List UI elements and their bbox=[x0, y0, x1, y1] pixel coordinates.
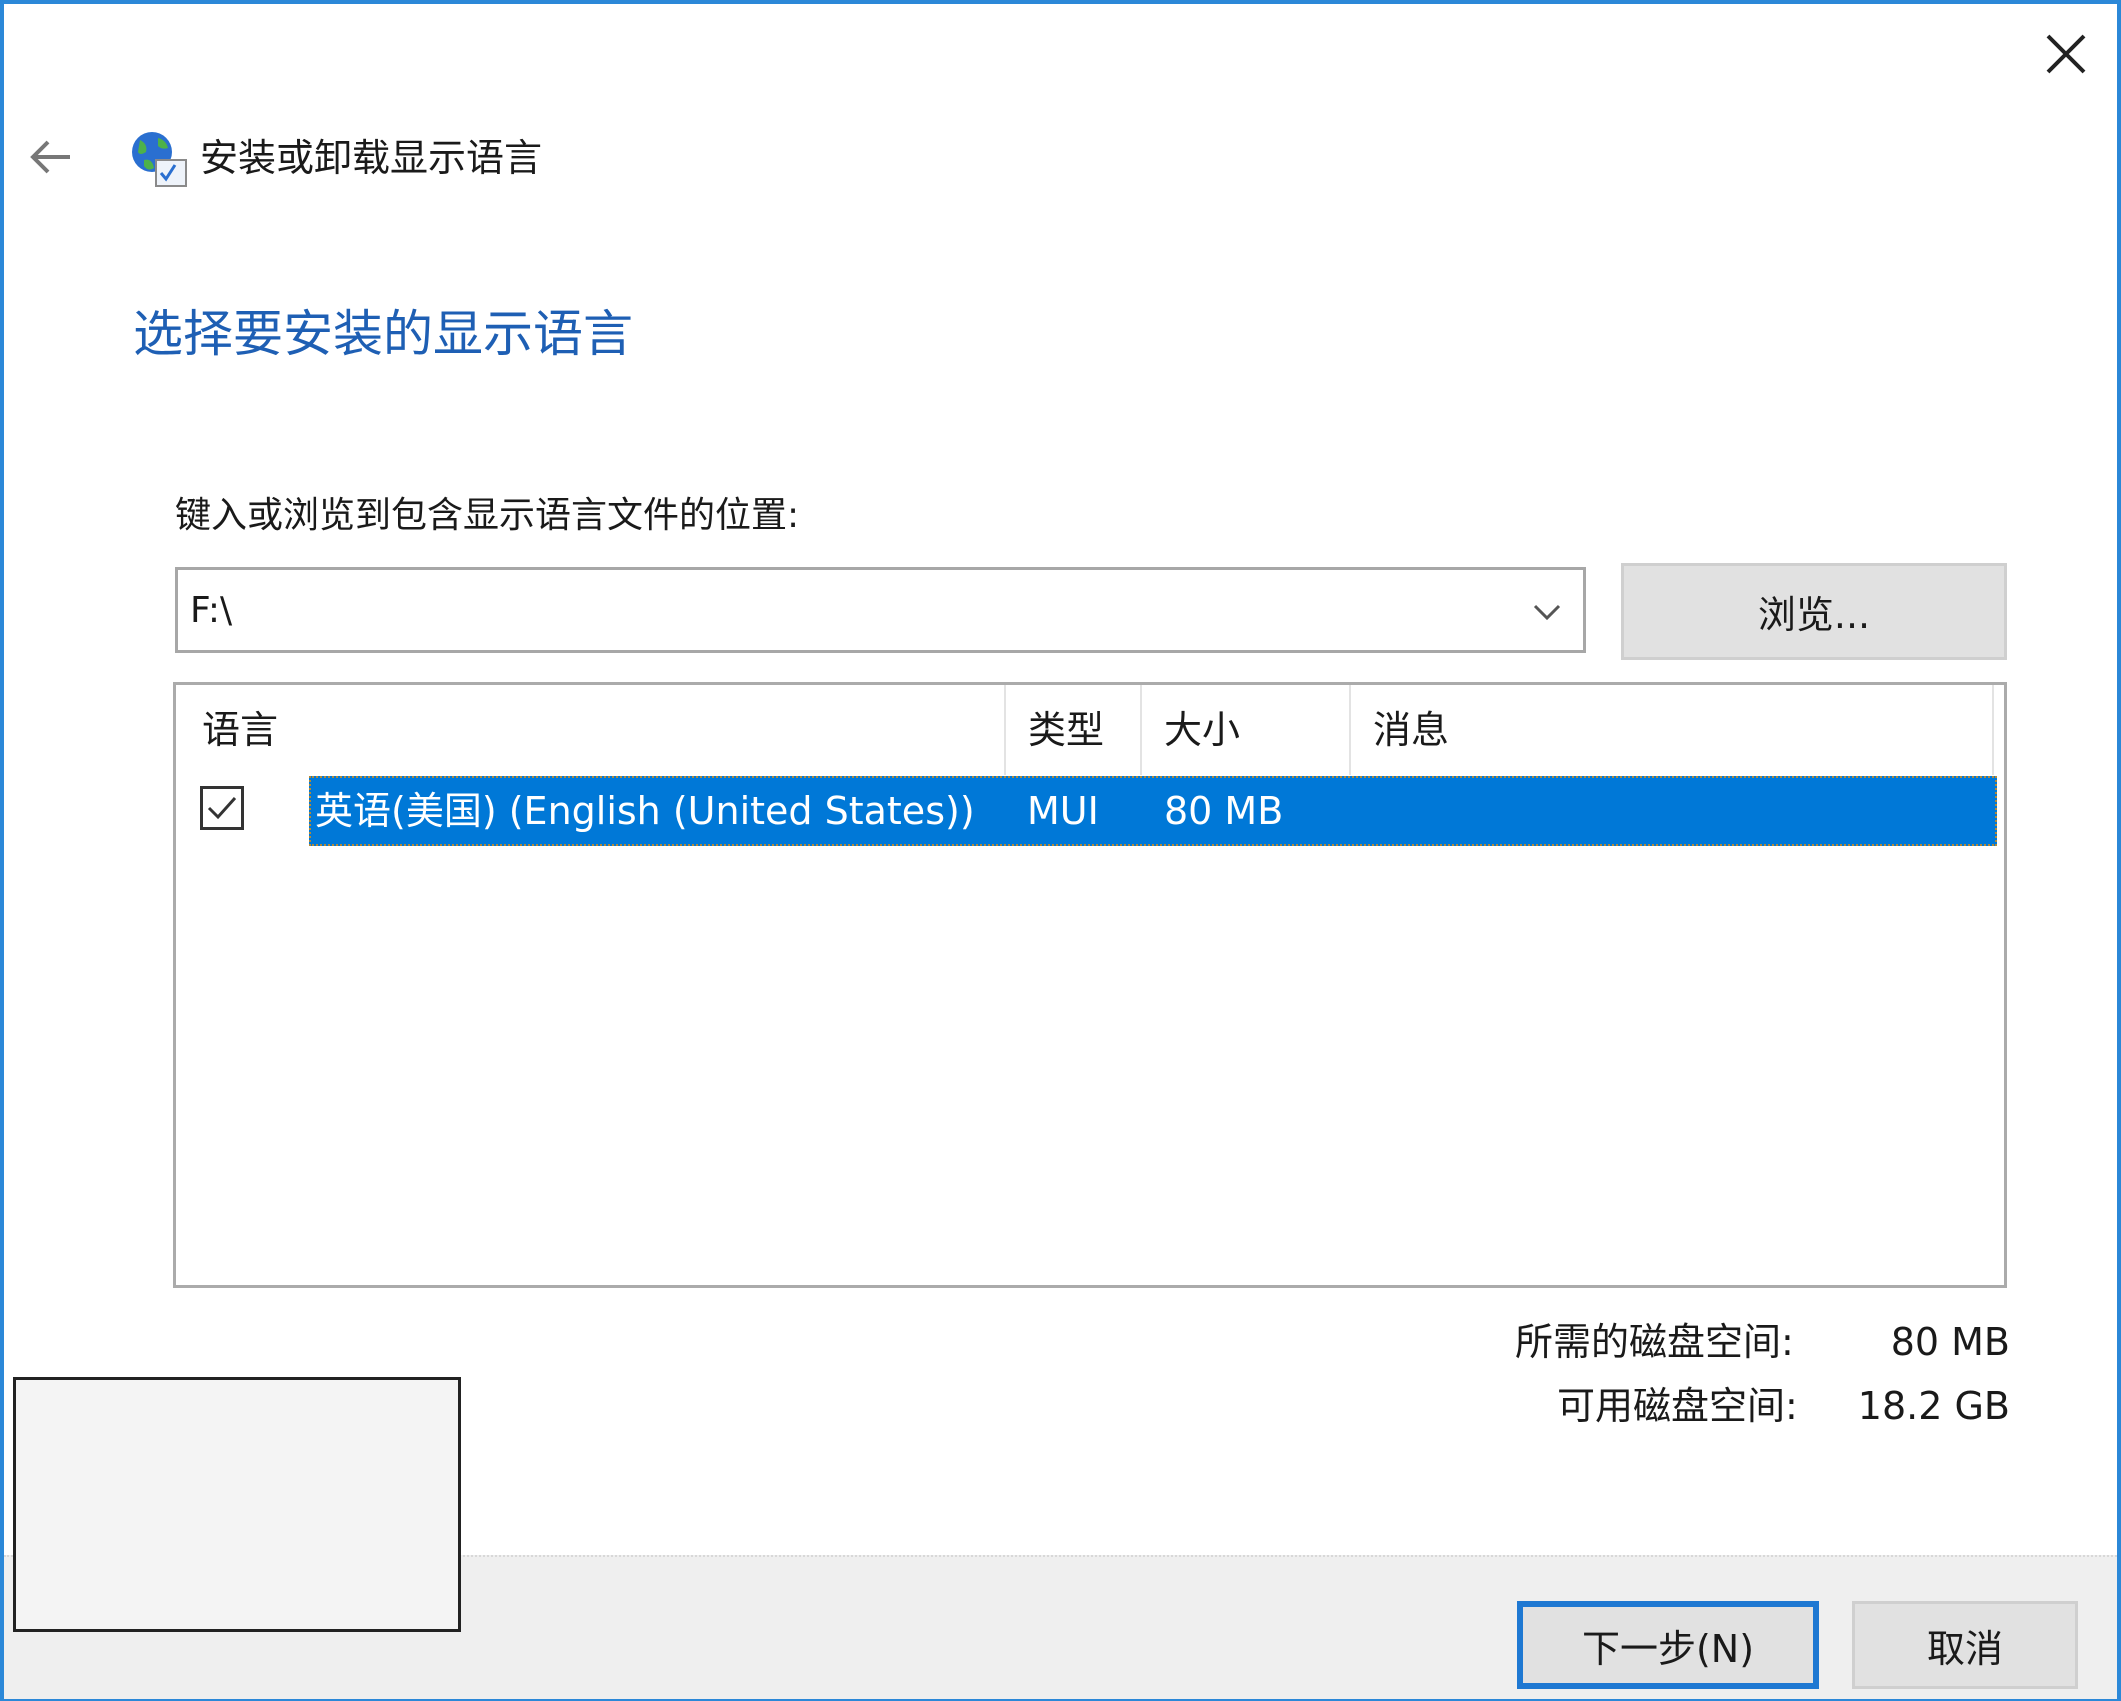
back-button[interactable] bbox=[26, 132, 76, 182]
browse-button[interactable]: 浏览... bbox=[1621, 563, 2007, 660]
location-combobox[interactable] bbox=[175, 567, 1586, 653]
cell-size: 80 MB bbox=[1164, 789, 1284, 833]
back-arrow-icon bbox=[30, 140, 70, 174]
column-header-message[interactable]: 消息 bbox=[1351, 685, 1994, 775]
next-button[interactable]: 下一步(N) bbox=[1517, 1601, 1819, 1689]
cancel-button[interactable]: 取消 bbox=[1852, 1601, 2078, 1689]
chevron-down-icon[interactable] bbox=[1525, 590, 1569, 634]
close-icon bbox=[2046, 34, 2086, 74]
window-title: 安装或卸载显示语言 bbox=[200, 136, 543, 180]
cell-type: MUI bbox=[1027, 789, 1099, 833]
available-space-label: 可用磁盘空间: bbox=[1557, 1384, 1798, 1428]
language-checkbox[interactable] bbox=[200, 786, 244, 830]
required-space-value: 80 MB bbox=[1890, 1320, 2010, 1364]
required-space-label: 所需的磁盘空间: bbox=[1515, 1320, 1794, 1364]
checkmark-icon bbox=[207, 796, 237, 820]
column-header-size[interactable]: 大小 bbox=[1142, 685, 1351, 775]
cell-language: 英语(美国) (English (United States)) bbox=[315, 789, 975, 833]
available-space-value: 18.2 GB bbox=[1857, 1384, 2010, 1428]
language-list[interactable]: 语言 类型 大小 消息 英语(美国) (English (United Stat… bbox=[173, 682, 2007, 1288]
column-header-type[interactable]: 类型 bbox=[1006, 685, 1142, 775]
globe-language-icon bbox=[126, 128, 188, 188]
location-label: 键入或浏览到包含显示语言文件的位置: bbox=[175, 495, 800, 536]
list-item[interactable]: 英语(美国) (English (United States)) MUI 80 … bbox=[309, 776, 1997, 846]
page-heading: 选择要安装的显示语言 bbox=[133, 305, 633, 363]
location-input[interactable] bbox=[190, 580, 1490, 640]
column-header-language[interactable]: 语言 bbox=[176, 685, 1006, 775]
close-button[interactable] bbox=[2040, 28, 2092, 80]
redaction-box bbox=[13, 1377, 461, 1632]
